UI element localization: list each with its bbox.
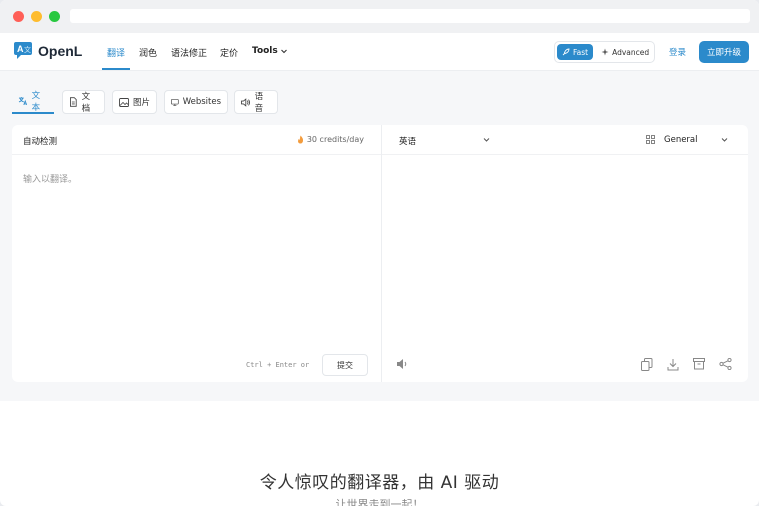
tab-voice[interactable]: 语音 bbox=[234, 90, 278, 114]
listen-speaker-icon[interactable] bbox=[396, 358, 409, 370]
chevron-down-icon[interactable] bbox=[720, 135, 729, 144]
source-panel: 自动检测 30 credits/day 输入以翻译。 Ctrl + Enter … bbox=[12, 125, 381, 382]
title-bar bbox=[0, 0, 759, 33]
close-window-button[interactable] bbox=[13, 11, 24, 22]
nav-active-indicator bbox=[102, 68, 130, 70]
nav-grammar[interactable]: 语法修正 bbox=[171, 46, 207, 59]
chevron-down-icon[interactable] bbox=[482, 135, 491, 144]
nav-tools-label: Tools bbox=[252, 46, 278, 56]
top-navbar: A 文 OpenL 翻译 润色 语法修正 定价 Tools Fast Advan… bbox=[0, 33, 759, 71]
openl-logo-icon: A 文 bbox=[13, 42, 33, 60]
target-panel: 英语 General bbox=[382, 125, 748, 382]
sparkle-icon bbox=[601, 48, 609, 56]
tab-document-label: 文档 bbox=[81, 92, 91, 114]
translation-style-selector[interactable]: General bbox=[664, 135, 698, 145]
tab-document[interactable]: 文档 bbox=[62, 90, 105, 114]
mode-advanced-button[interactable]: Advanced bbox=[596, 44, 654, 60]
credits-info: 30 credits/day bbox=[297, 135, 364, 144]
mode-advanced-label: Advanced bbox=[612, 47, 650, 57]
submit-shortcut-hint: Ctrl + Enter or bbox=[246, 361, 310, 369]
svg-text:A: A bbox=[17, 44, 24, 54]
share-icon[interactable] bbox=[719, 358, 732, 370]
image-icon bbox=[119, 97, 129, 107]
source-language-selector[interactable]: 自动检测 bbox=[23, 135, 57, 147]
download-icon[interactable] bbox=[667, 358, 679, 371]
tab-text-label: 文本 bbox=[31, 91, 41, 113]
tab-websites[interactable]: Websites bbox=[164, 90, 228, 114]
minimize-window-button[interactable] bbox=[31, 11, 42, 22]
logo[interactable]: A 文 OpenL bbox=[13, 42, 82, 60]
tab-text[interactable]: 文本 bbox=[12, 90, 54, 114]
address-bar[interactable] bbox=[70, 9, 750, 23]
nav-translate[interactable]: 翻译 bbox=[107, 46, 125, 59]
login-link[interactable]: 登录 bbox=[669, 46, 686, 58]
speaker-icon bbox=[241, 97, 250, 107]
tab-websites-label: Websites bbox=[182, 97, 221, 107]
rocket-icon bbox=[562, 48, 570, 56]
mode-switch: Fast Advanced bbox=[554, 41, 655, 63]
upgrade-button[interactable]: 立即升级 bbox=[699, 41, 749, 63]
nav-pricing[interactable]: 定价 bbox=[220, 46, 238, 59]
translate-icon bbox=[18, 97, 28, 106]
source-text-input[interactable]: 输入以翻译。 bbox=[23, 172, 77, 185]
nav-tools[interactable]: Tools bbox=[252, 46, 288, 56]
hero-title: 令人惊叹的翻译器，由 AI 驱动 bbox=[259, 473, 500, 493]
fire-icon bbox=[297, 135, 303, 144]
monitor-icon bbox=[171, 98, 179, 106]
brand-name: OpenL bbox=[38, 43, 83, 59]
mode-fast-label: Fast bbox=[573, 47, 589, 57]
target-language-selector[interactable]: 英语 bbox=[399, 135, 416, 147]
browser-window: A 文 OpenL 翻译 润色 语法修正 定价 Tools Fast Advan… bbox=[0, 0, 759, 506]
credits-label: 30 credits/day bbox=[306, 135, 364, 144]
archive-icon[interactable] bbox=[693, 358, 705, 370]
copy-icon[interactable] bbox=[641, 358, 653, 371]
maximize-window-button[interactable] bbox=[49, 11, 60, 22]
grid-icon bbox=[646, 135, 655, 144]
chevron-down-icon bbox=[280, 49, 287, 54]
mode-fast-button[interactable]: Fast bbox=[557, 44, 594, 60]
tab-image[interactable]: 图片 bbox=[112, 90, 157, 114]
tab-voice-label: 语音 bbox=[254, 92, 264, 114]
nav-polish[interactable]: 润色 bbox=[139, 46, 157, 59]
svg-text:文: 文 bbox=[24, 45, 31, 54]
tab-image-label: 图片 bbox=[133, 98, 151, 108]
document-icon bbox=[70, 97, 77, 107]
hero-subtitle: 让世界走到一起！ bbox=[335, 498, 424, 506]
submit-button[interactable]: 提交 bbox=[322, 354, 368, 376]
